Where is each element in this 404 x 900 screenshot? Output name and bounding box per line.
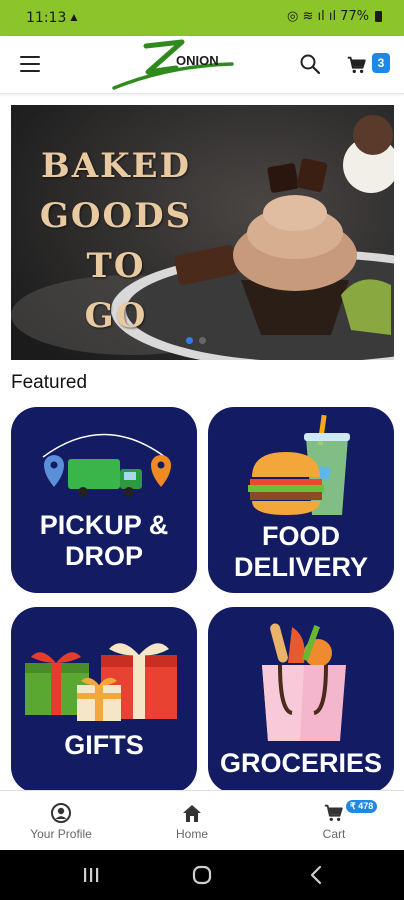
system-navigation-bar — [0, 850, 404, 900]
burger-drink-icon — [248, 414, 350, 515]
nav-item-cart[interactable]: ₹ 478 Cart — [274, 791, 394, 851]
nav-item-home[interactable]: Home — [132, 791, 252, 851]
bottom-navigation: Your Profile Home ₹ 478 Cart — [0, 790, 404, 850]
zonion-logo: ONION — [112, 39, 234, 90]
card-label-line: GIFTS — [64, 730, 144, 760]
nav-label-profile: Your Profile — [30, 827, 92, 841]
battery-icon — [375, 11, 382, 22]
menu-bar — [20, 70, 40, 72]
carousel-dot[interactable] — [199, 337, 206, 344]
card-label: PICKUP & DROP — [11, 510, 197, 572]
back-icon[interactable] — [306, 864, 328, 886]
status-indicators: ◎ ≋ ıl ıl 77% — [287, 9, 382, 24]
groceries-card[interactable]: GROCERIES — [208, 607, 394, 793]
search-icon[interactable] — [298, 52, 322, 76]
status-time: 11:13 — [26, 10, 67, 26]
banner-line: TO — [86, 246, 146, 286]
card-label: FOOD DELIVERY — [208, 521, 394, 583]
menu-bar — [20, 63, 40, 65]
banner-line: GO — [84, 296, 148, 336]
card-label-line: DROP — [64, 541, 143, 571]
app-bar: ONION 3 — [0, 36, 404, 94]
home-circle-icon[interactable] — [191, 864, 213, 886]
cart-count-badge: 3 — [372, 53, 390, 73]
card-label-line: GROCERIES — [219, 748, 383, 778]
banner-line: GOODS — [39, 196, 193, 236]
banner-line: BAKED — [40, 146, 192, 186]
warning-icon: ▲ — [68, 10, 80, 24]
signal-icon: ◎ ≋ ıl ıl — [287, 9, 337, 24]
food-delivery-card[interactable]: FOOD DELIVERY — [208, 407, 394, 593]
nav-label-cart: Cart — [322, 827, 346, 841]
carousel-indicator — [186, 337, 206, 344]
menu-button[interactable] — [20, 56, 40, 72]
banner-headline: BAKED GOODS TO GO — [11, 141, 221, 341]
cart-icon — [324, 804, 343, 822]
nav-label-home: Home — [175, 827, 208, 841]
card-label-line: DELIVERY — [233, 552, 369, 582]
card-label-line: PICKUP & — [39, 510, 169, 540]
menu-bar — [20, 56, 40, 58]
carousel-dot-active[interactable] — [186, 337, 193, 344]
logo-text: ONION — [176, 53, 219, 68]
cart-total-badge: ₹ 478 — [346, 800, 378, 813]
card-label: GIFTS — [11, 730, 197, 761]
recent-apps-icon[interactable] — [80, 864, 102, 886]
home-icon — [183, 805, 201, 822]
gift-boxes-icon — [25, 643, 177, 721]
grocery-bag-icon — [262, 623, 346, 741]
nav-item-profile[interactable]: Your Profile — [1, 791, 121, 851]
battery-label: 77% — [340, 9, 369, 24]
gifts-card[interactable]: GIFTS — [11, 607, 197, 793]
delivery-truck-icon — [42, 433, 171, 497]
cart-icon[interactable] — [346, 54, 368, 76]
status-bar: 11:13 ▲ ◎ ≋ ıl ıl 77% — [0, 0, 404, 36]
section-title: Featured — [11, 372, 88, 393]
pickup-drop-card[interactable]: PICKUP & DROP — [11, 407, 197, 593]
card-label: GROCERIES — [208, 748, 394, 779]
profile-icon — [51, 803, 71, 823]
card-label-line: FOOD — [262, 521, 340, 551]
promo-banner[interactable]: BAKED GOODS TO GO — [11, 105, 394, 360]
